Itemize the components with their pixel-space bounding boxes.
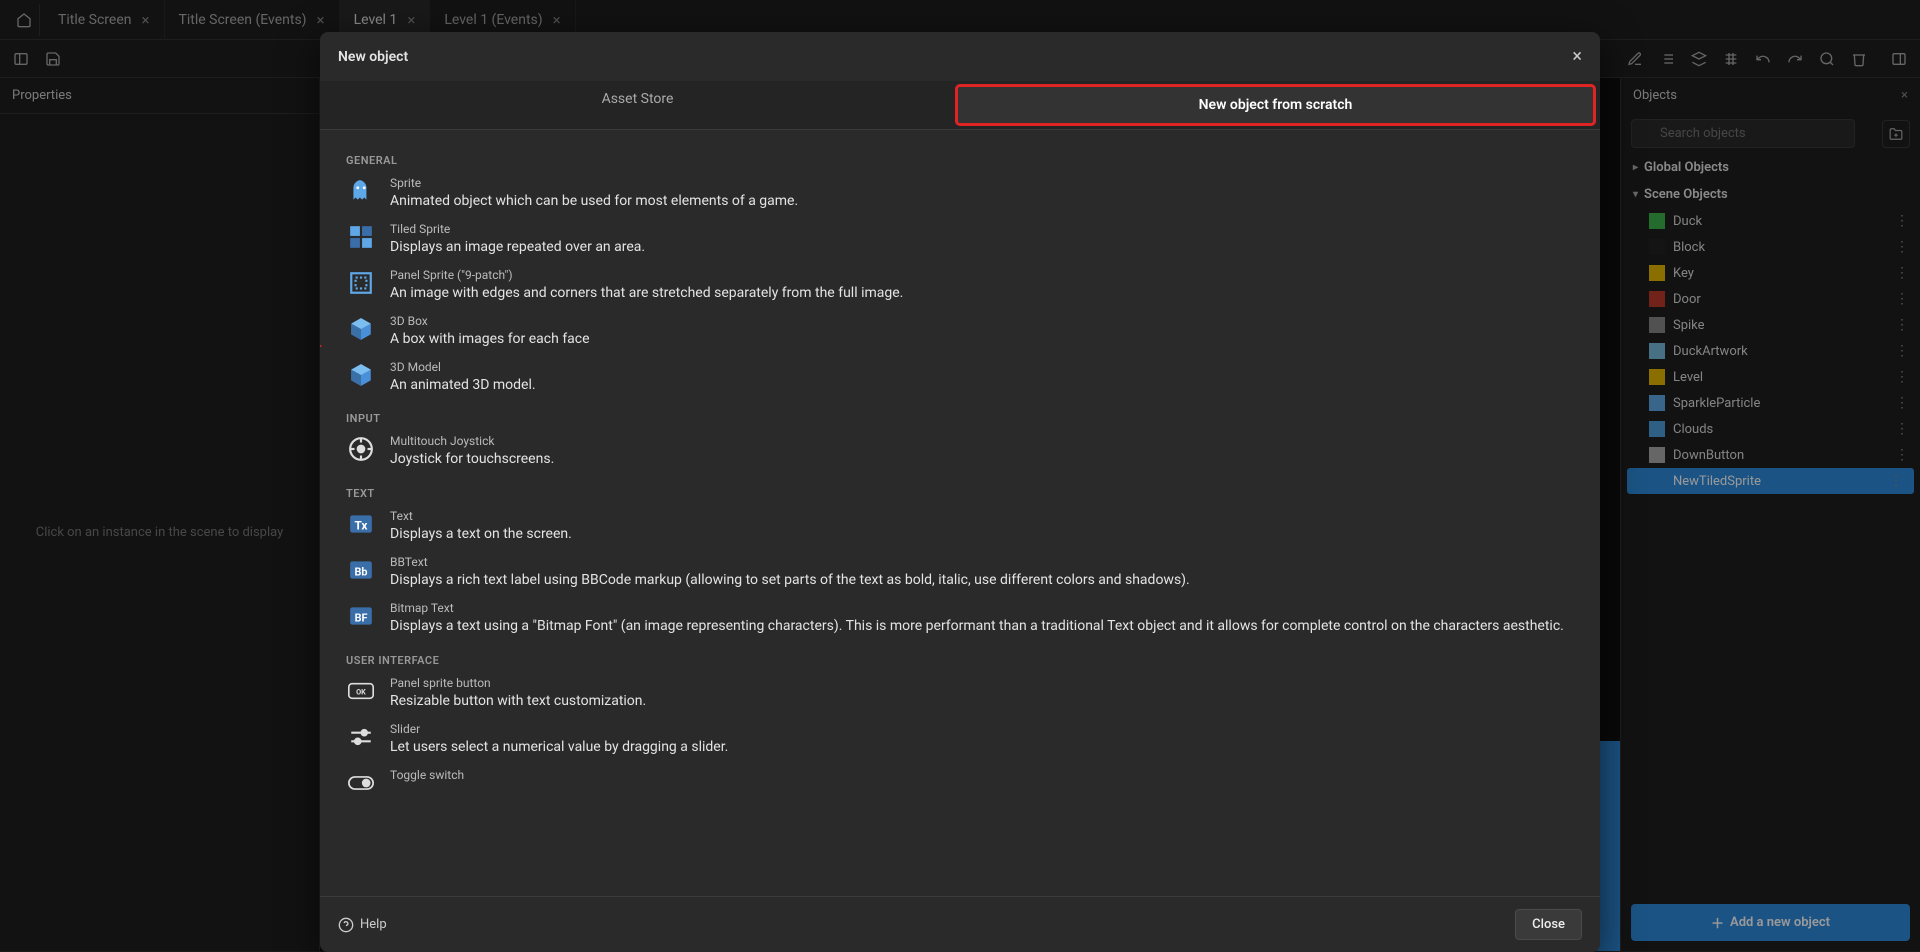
- category-header: INPUT: [346, 412, 1574, 425]
- object-type-row[interactable]: Tx Text Displays a text on the screen.: [346, 506, 1574, 552]
- object-type-row[interactable]: Sprite Animated object which can be used …: [346, 173, 1574, 219]
- dialog-body: GENERAL Sprite Animated object which can b…: [320, 130, 1600, 896]
- object-type-name: Sprite: [390, 176, 1574, 190]
- object-type-name: Toggle switch: [390, 768, 1574, 782]
- object-type-description: Displays an image repeated over an area.: [390, 238, 1574, 257]
- object-type-description: Joystick for touchscreens.: [390, 450, 1574, 469]
- object-type-description: Displays a text using a "Bitmap Font" (a…: [390, 617, 1574, 636]
- object-type-row[interactable]: Tiled Sprite Displays an image repeated o…: [346, 219, 1574, 265]
- object-type-name: Panel Sprite ("9-patch"): [390, 268, 1574, 282]
- new-object-dialog: New object × Asset Store New object from…: [320, 32, 1600, 952]
- toggle-icon: [346, 768, 376, 798]
- annotation-arrow: [320, 330, 332, 362]
- object-type-row[interactable]: Bb BBText Displays a rich text label using…: [346, 552, 1574, 598]
- category-header: GENERAL: [346, 154, 1574, 167]
- object-type-description: An image with edges and corners that are…: [390, 284, 1574, 303]
- svg-text:BF: BF: [355, 612, 368, 625]
- object-type-name: Tiled Sprite: [390, 222, 1574, 236]
- object-type-description: Displays a rich text label using BBCode …: [390, 571, 1574, 590]
- cube-icon: [346, 314, 376, 344]
- tab-new-from-scratch[interactable]: New object from scratch: [955, 84, 1596, 126]
- object-type-name: Panel sprite button: [390, 676, 1574, 690]
- svg-text:OK: OK: [356, 687, 366, 696]
- panel-icon: [346, 268, 376, 298]
- object-type-row[interactable]: 3D Box A box with images for each face: [346, 311, 1574, 357]
- object-type-description: Let users select a numerical value by dr…: [390, 738, 1574, 757]
- help-link[interactable]: Help: [338, 917, 387, 933]
- object-type-description: Displays a text on the screen.: [390, 525, 1574, 544]
- object-type-row[interactable]: Slider Let users select a numerical value…: [346, 719, 1574, 765]
- object-type-name: Slider: [390, 722, 1574, 736]
- object-type-description: Animated object which can be used for mo…: [390, 192, 1574, 211]
- tab-asset-store[interactable]: Asset Store: [320, 81, 955, 129]
- okbutton-icon: OK: [346, 676, 376, 706]
- object-type-description: An animated 3D model.: [390, 376, 1574, 395]
- bitmaptext-icon: BF: [346, 601, 376, 631]
- category-header: USER INTERFACE: [346, 654, 1574, 667]
- object-type-row[interactable]: OK Panel sprite button Resizable button wi…: [346, 673, 1574, 719]
- bbtext-icon: Bb: [346, 555, 376, 585]
- slider-icon: [346, 722, 376, 752]
- tiles-icon: [346, 222, 376, 252]
- object-type-description: Resizable button with text customization…: [390, 692, 1574, 711]
- object-type-row[interactable]: Toggle switch: [346, 765, 1574, 806]
- dialog-close-footer-button[interactable]: Close: [1515, 909, 1582, 940]
- object-type-description: A box with images for each face: [390, 330, 1574, 349]
- category-header: TEXT: [346, 487, 1574, 500]
- cube2-icon: [346, 360, 376, 390]
- object-type-name: 3D Box: [390, 314, 1574, 328]
- object-type-name: Text: [390, 509, 1574, 523]
- joystick-icon: [346, 434, 376, 464]
- object-type-name: Multitouch Joystick: [390, 434, 1574, 448]
- ghost-icon: [346, 176, 376, 206]
- object-type-name: Bitmap Text: [390, 601, 1574, 615]
- dialog-title: New object: [338, 49, 408, 65]
- object-type-row[interactable]: Multitouch Joystick Joystick for touchscr…: [346, 431, 1574, 477]
- object-type-name: BBText: [390, 555, 1574, 569]
- object-type-name: 3D Model: [390, 360, 1574, 374]
- svg-text:Bb: Bb: [354, 566, 367, 579]
- dialog-tab-bar: Asset Store New object from scratch: [320, 81, 1600, 130]
- dialog-close-button[interactable]: ×: [1572, 46, 1582, 67]
- object-type-row[interactable]: BF Bitmap Text Displays a text using a "Bi…: [346, 598, 1574, 644]
- object-type-row[interactable]: 3D Model An animated 3D model.: [346, 357, 1574, 403]
- svg-text:Tx: Tx: [355, 519, 368, 533]
- object-type-row[interactable]: Panel Sprite ("9-patch") An image with ed…: [346, 265, 1574, 311]
- text-icon: Tx: [346, 509, 376, 539]
- help-icon: [338, 917, 354, 933]
